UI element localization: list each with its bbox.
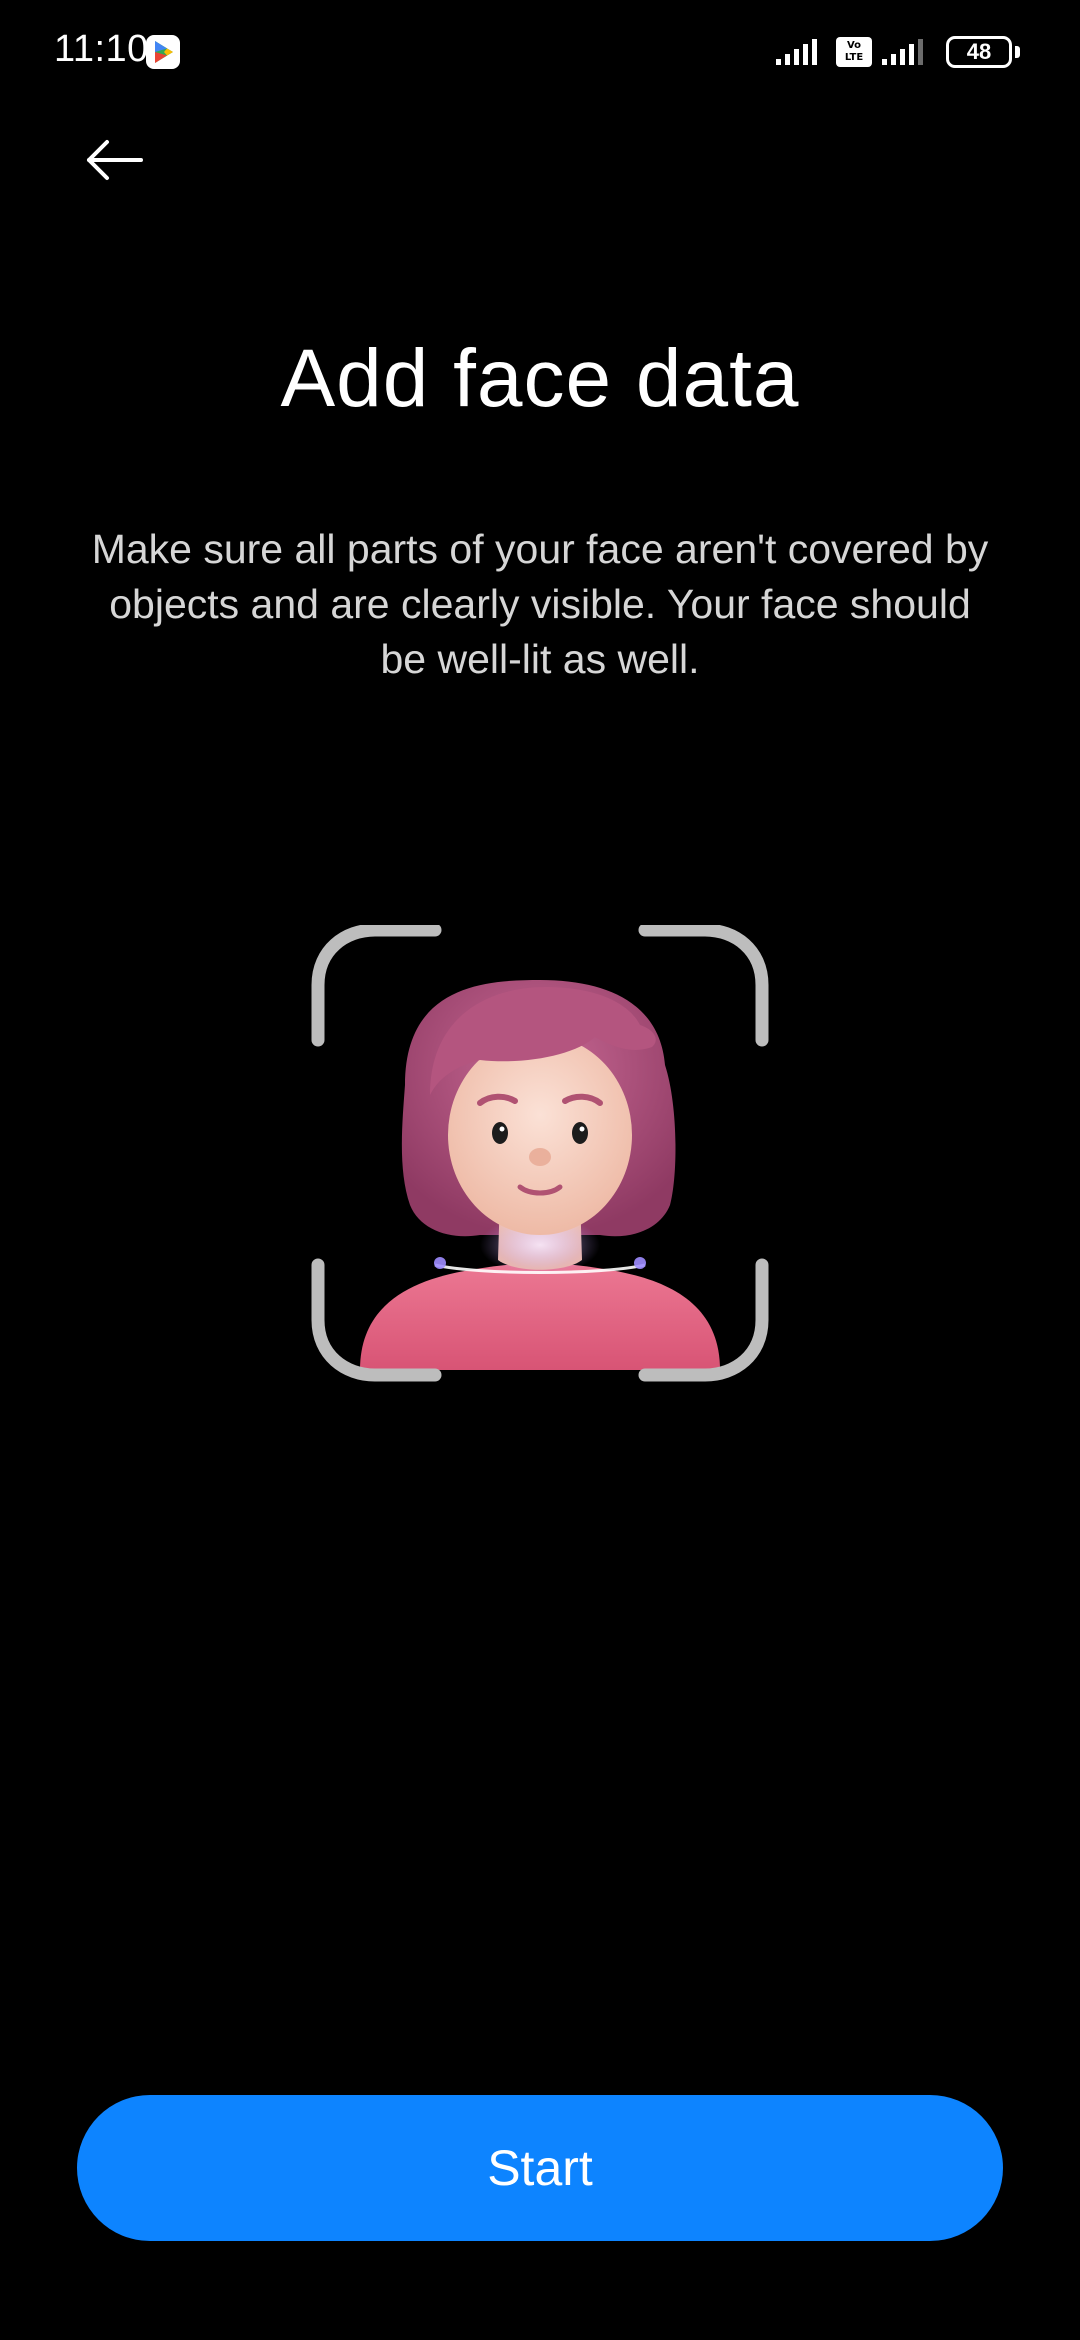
page-description: Make sure all parts of your face aren't … — [91, 526, 989, 682]
start-button[interactable]: Start — [77, 2095, 1003, 2241]
signal-icon — [776, 39, 817, 65]
status-bar: 11:10 Vo LTE 48 — [0, 0, 1080, 104]
face-scan-avatar-icon — [310, 923, 770, 1395]
battery-level: 48 — [966, 39, 992, 64]
page-title: Add face data — [280, 333, 800, 424]
arrow-left-icon — [87, 140, 143, 180]
status-icons: Vo LTE 48 — [776, 34, 1020, 70]
volte-label-top: Vo — [846, 40, 862, 51]
back-button[interactable] — [70, 120, 160, 200]
signal-icon — [882, 39, 923, 65]
volte-icon: Vo LTE — [836, 37, 872, 67]
battery-tip — [1015, 46, 1020, 58]
google-play-icon — [146, 35, 180, 69]
volte-label-bottom: LTE — [844, 52, 864, 63]
battery-icon: 48 — [946, 36, 1012, 68]
status-time: 11:10 — [54, 28, 149, 70]
